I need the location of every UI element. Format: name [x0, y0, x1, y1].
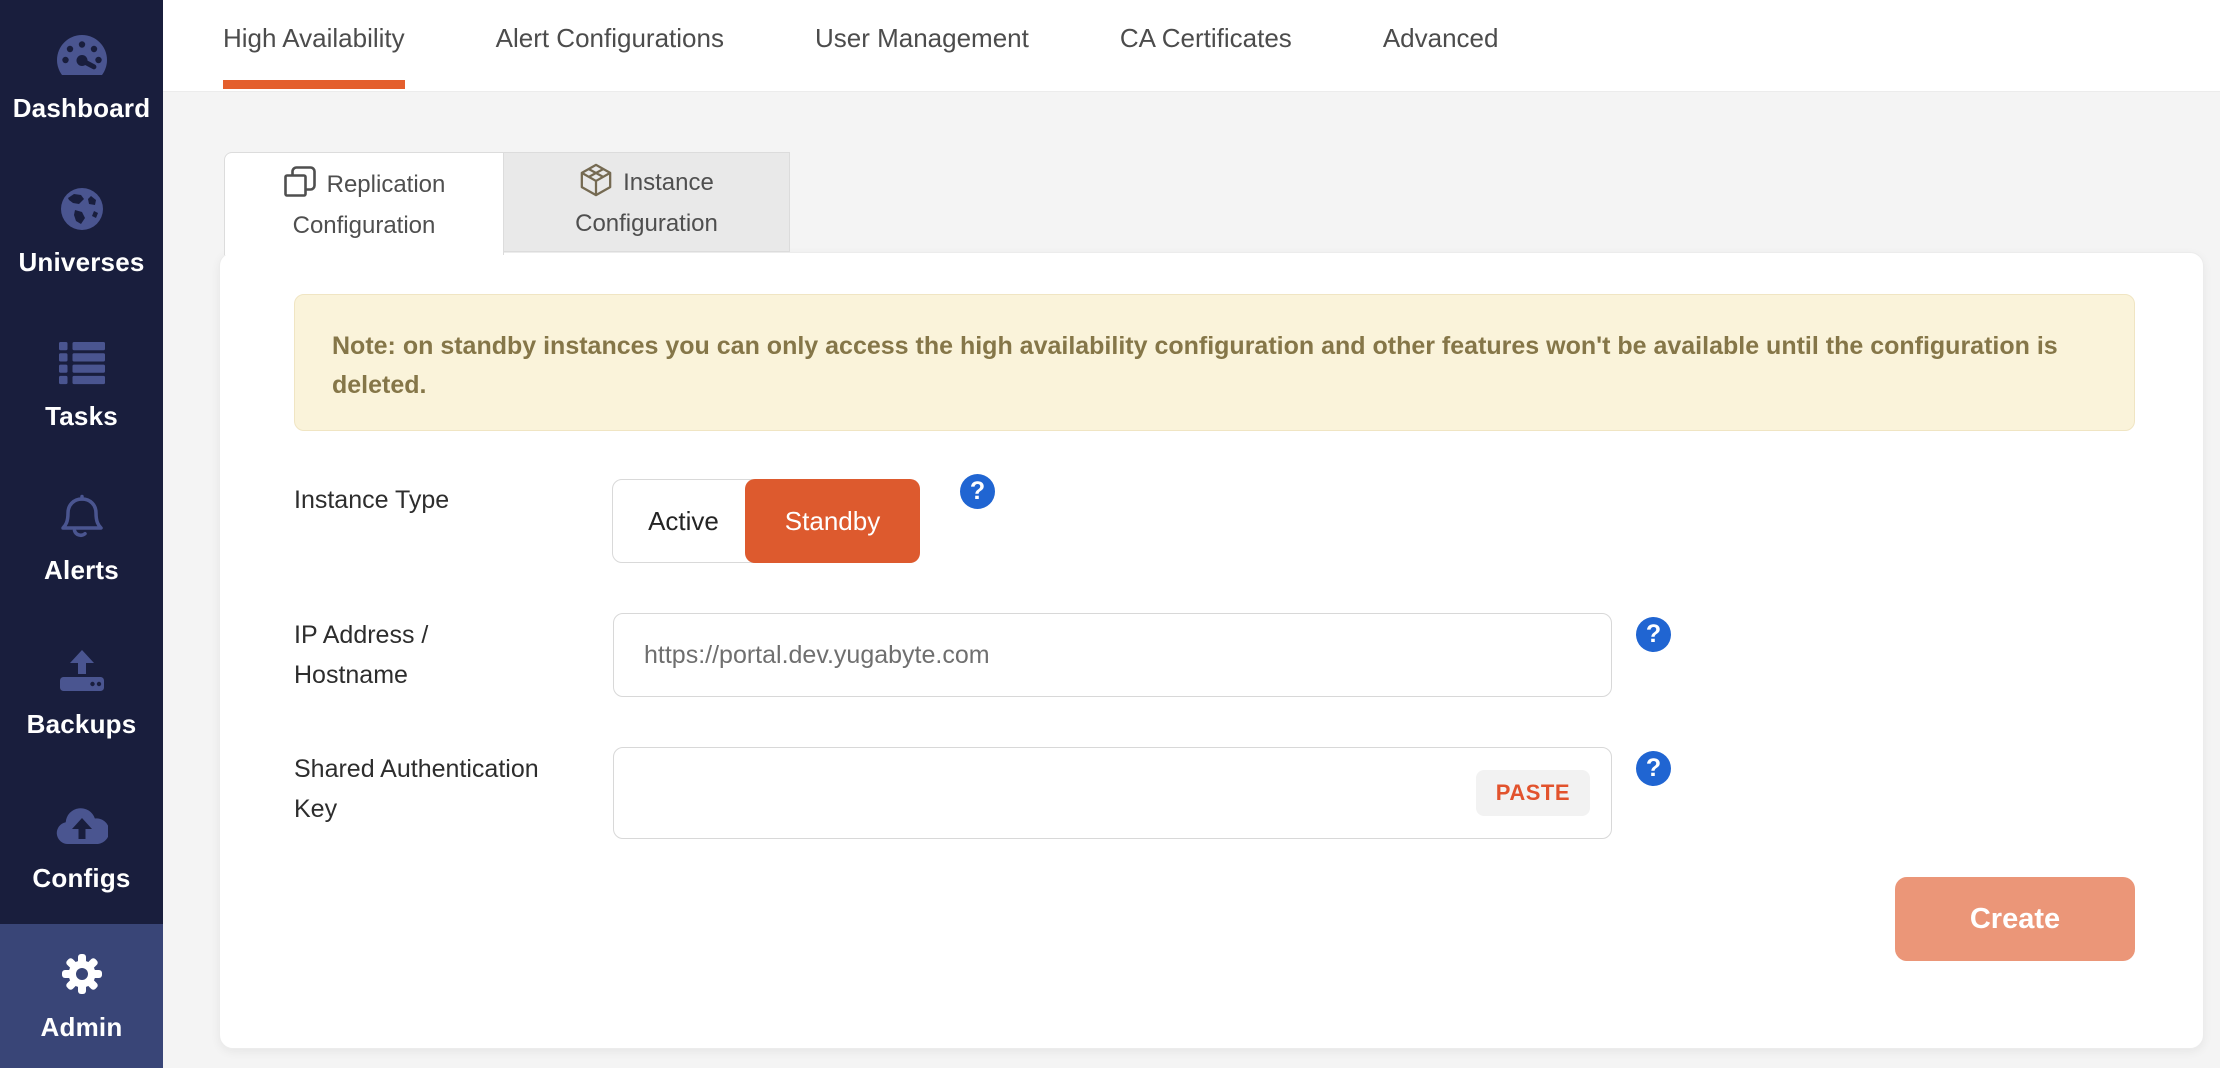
sidebar-item-label: Admin: [41, 1012, 123, 1043]
sidebar-item-label: Backups: [27, 709, 137, 740]
sidebar-item-universes[interactable]: Universes: [0, 154, 163, 308]
bell-icon: [59, 492, 105, 542]
paste-button[interactable]: PASTE: [1476, 770, 1590, 816]
ha-subtabs: Replication Configuration Instance Confi…: [224, 152, 790, 255]
cube-icon: [579, 163, 613, 207]
high-availability-content: Replication Configuration Instance Confi…: [163, 92, 2220, 1068]
sidebar-item-dashboard[interactable]: Dashboard: [0, 0, 163, 154]
subtab-instance-configuration[interactable]: Instance Configuration: [504, 152, 790, 252]
replication-configuration-panel: Note: on standby instances you can only …: [219, 252, 2204, 1049]
app-window: Dashboard Universes: [0, 0, 2220, 1068]
sidebar-item-alerts[interactable]: Alerts: [0, 462, 163, 616]
main-area: High Availability Alert Configurations U…: [163, 0, 2220, 1068]
cloud-upload-icon: [56, 800, 108, 850]
tab-high-availability[interactable]: High Availability: [223, 0, 405, 91]
ip-address-input[interactable]: [613, 613, 1612, 697]
tab-alert-configurations[interactable]: Alert Configurations: [496, 0, 724, 91]
ip-address-label: IP Address / Hostname: [294, 615, 539, 695]
subtab-replication-configuration[interactable]: Replication Configuration: [224, 152, 504, 255]
dashboard-gauge-icon: [56, 30, 108, 80]
tab-advanced[interactable]: Advanced: [1383, 0, 1499, 91]
instance-type-toggle: Active Standby: [612, 479, 920, 563]
sidebar-item-admin[interactable]: Admin: [0, 924, 163, 1068]
task-list-icon: [58, 338, 106, 388]
instance-type-option-active[interactable]: Active: [612, 479, 755, 563]
sidebar-item-label: Configs: [32, 863, 130, 894]
shared-key-help-icon[interactable]: ?: [1636, 751, 1671, 786]
instance-type-label: Instance Type: [294, 480, 539, 520]
upload-icon: [59, 646, 105, 696]
create-button[interactable]: Create: [1895, 877, 2135, 961]
ip-address-help-icon[interactable]: ?: [1636, 617, 1671, 652]
sidebar-item-label: Alerts: [44, 555, 119, 586]
shared-key-input[interactable]: [613, 747, 1612, 839]
sidebar-item-label: Tasks: [45, 401, 118, 432]
globe-icon: [58, 184, 106, 234]
sidebar-item-tasks[interactable]: Tasks: [0, 308, 163, 462]
instance-type-option-standby[interactable]: Standby: [745, 479, 920, 563]
sidebar: Dashboard Universes: [0, 0, 163, 1068]
shared-key-field: PASTE: [613, 747, 1612, 839]
shared-key-label: Shared Authentication Key: [294, 749, 539, 829]
tab-ca-certificates[interactable]: CA Certificates: [1120, 0, 1292, 91]
sidebar-item-backups[interactable]: Backups: [0, 616, 163, 770]
gear-icon: [58, 949, 106, 999]
sidebar-item-label: Universes: [18, 247, 144, 278]
instance-type-help-icon[interactable]: ?: [960, 474, 995, 509]
standby-note-banner: Note: on standby instances you can only …: [294, 294, 2135, 431]
tab-user-management[interactable]: User Management: [815, 0, 1029, 91]
admin-tabbar: High Availability Alert Configurations U…: [163, 0, 2220, 92]
copy-icon: [283, 165, 317, 209]
sidebar-item-label: Dashboard: [13, 93, 151, 124]
sidebar-item-configs[interactable]: Configs: [0, 770, 163, 924]
